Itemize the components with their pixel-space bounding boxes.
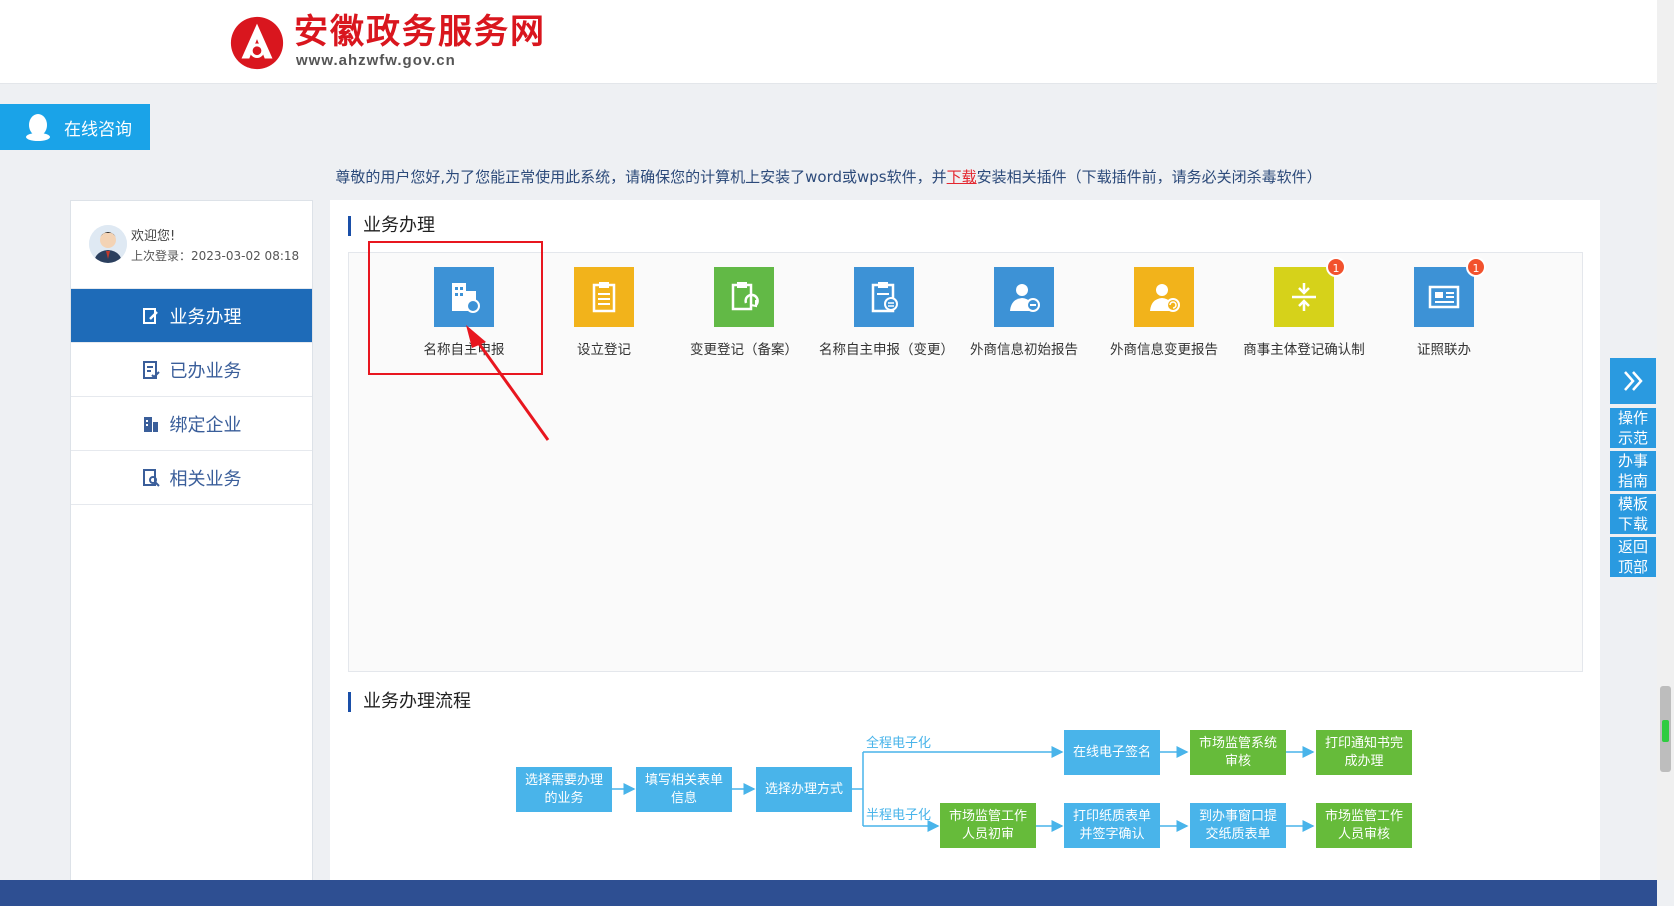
flow-label-full-electronic: 全程电子化 <box>866 736 932 751</box>
flow-step-fill-form: 填写相关表单信息 <box>636 767 732 812</box>
flow-step-choose-method: 选择办理方式 <box>756 767 852 812</box>
flow-step-e-signature: 在线电子签名 <box>1064 730 1160 775</box>
flow-step-staff-review: 市场监管工作人员审核 <box>1316 803 1412 848</box>
float-template-button[interactable]: 模板 下载 <box>1610 494 1656 534</box>
collapse-toolbar-button[interactable] <box>1610 358 1656 404</box>
flow-step-initial-review: 市场监管工作人员初审 <box>940 803 1036 848</box>
right-float-toolbar: 操作 示范 办事 指南 模板 下载 返回 顶部 <box>1610 358 1656 580</box>
flow-step-print-notice: 打印通知书完成办理 <box>1316 730 1412 775</box>
flow-step-select-business: 选择需要办理的业务 <box>516 767 612 812</box>
page-scrollbar[interactable] <box>1657 0 1674 880</box>
flow-step-submit-paper: 到办事窗口提交纸质表单 <box>1190 803 1286 848</box>
scroll-indicator <box>1662 720 1669 742</box>
flow-step-system-review: 市场监管系统审核 <box>1190 730 1286 775</box>
flow-label-half-electronic: 半程电子化 <box>866 808 932 823</box>
float-demo-button[interactable]: 操作 示范 <box>1610 408 1656 448</box>
float-guide-button[interactable]: 办事 指南 <box>1610 451 1656 491</box>
flow-step-print-paper: 打印纸质表单并签字确认 <box>1064 803 1160 848</box>
double-chevron-right-icon <box>1624 371 1643 391</box>
footer-bar <box>0 880 1657 906</box>
float-back-top-button[interactable]: 返回 顶部 <box>1610 537 1656 577</box>
